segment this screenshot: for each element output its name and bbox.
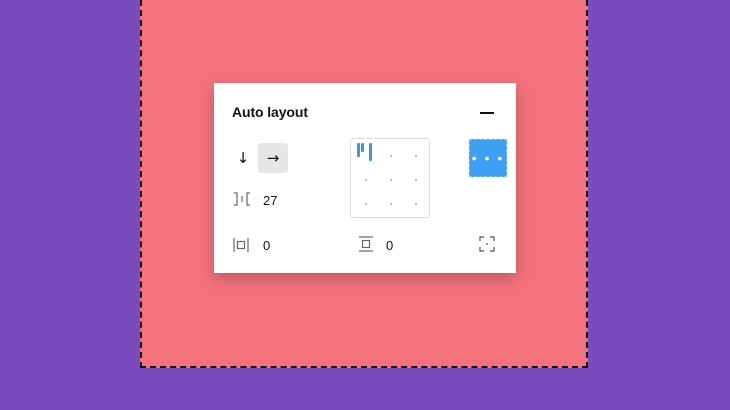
item-spacing-value[interactable]: 27 — [263, 193, 277, 208]
alignment-dot[interactable] — [415, 203, 417, 205]
item-spacing-icon — [232, 191, 252, 211]
alignment-dot[interactable] — [390, 179, 392, 181]
canvas: Auto layout ↓ → 27 0 0 • • • — [0, 0, 730, 410]
panel-title: Auto layout — [232, 104, 308, 120]
more-options-button[interactable]: • • • — [469, 139, 507, 177]
alignment-dot[interactable] — [415, 155, 417, 157]
resizing-icon[interactable] — [478, 235, 496, 253]
vertical-padding-icon — [357, 235, 373, 253]
alignment-dot[interactable] — [390, 155, 392, 157]
ellipsis-icon: • • • — [471, 150, 505, 166]
padding-icon — [232, 236, 249, 252]
alignment-dot[interactable] — [365, 203, 367, 205]
alignment-dot[interactable] — [390, 203, 392, 205]
arrow-right-icon: → — [266, 149, 280, 167]
direction-horizontal-button[interactable]: → — [258, 143, 288, 173]
alignment-dot[interactable] — [415, 179, 417, 181]
vertical-padding-value[interactable]: 0 — [386, 238, 393, 253]
direction-vertical-button[interactable]: ↓ — [228, 143, 258, 173]
auto-layout-panel: Auto layout ↓ → 27 0 0 • • • — [214, 83, 516, 273]
alignment-grid[interactable] — [350, 138, 430, 218]
alignment-dot[interactable] — [365, 179, 367, 181]
minus-icon[interactable] — [476, 103, 500, 123]
padding-value[interactable]: 0 — [263, 238, 270, 253]
alignment-indicator-icon — [355, 143, 375, 161]
arrow-down-icon: ↓ — [236, 149, 250, 167]
